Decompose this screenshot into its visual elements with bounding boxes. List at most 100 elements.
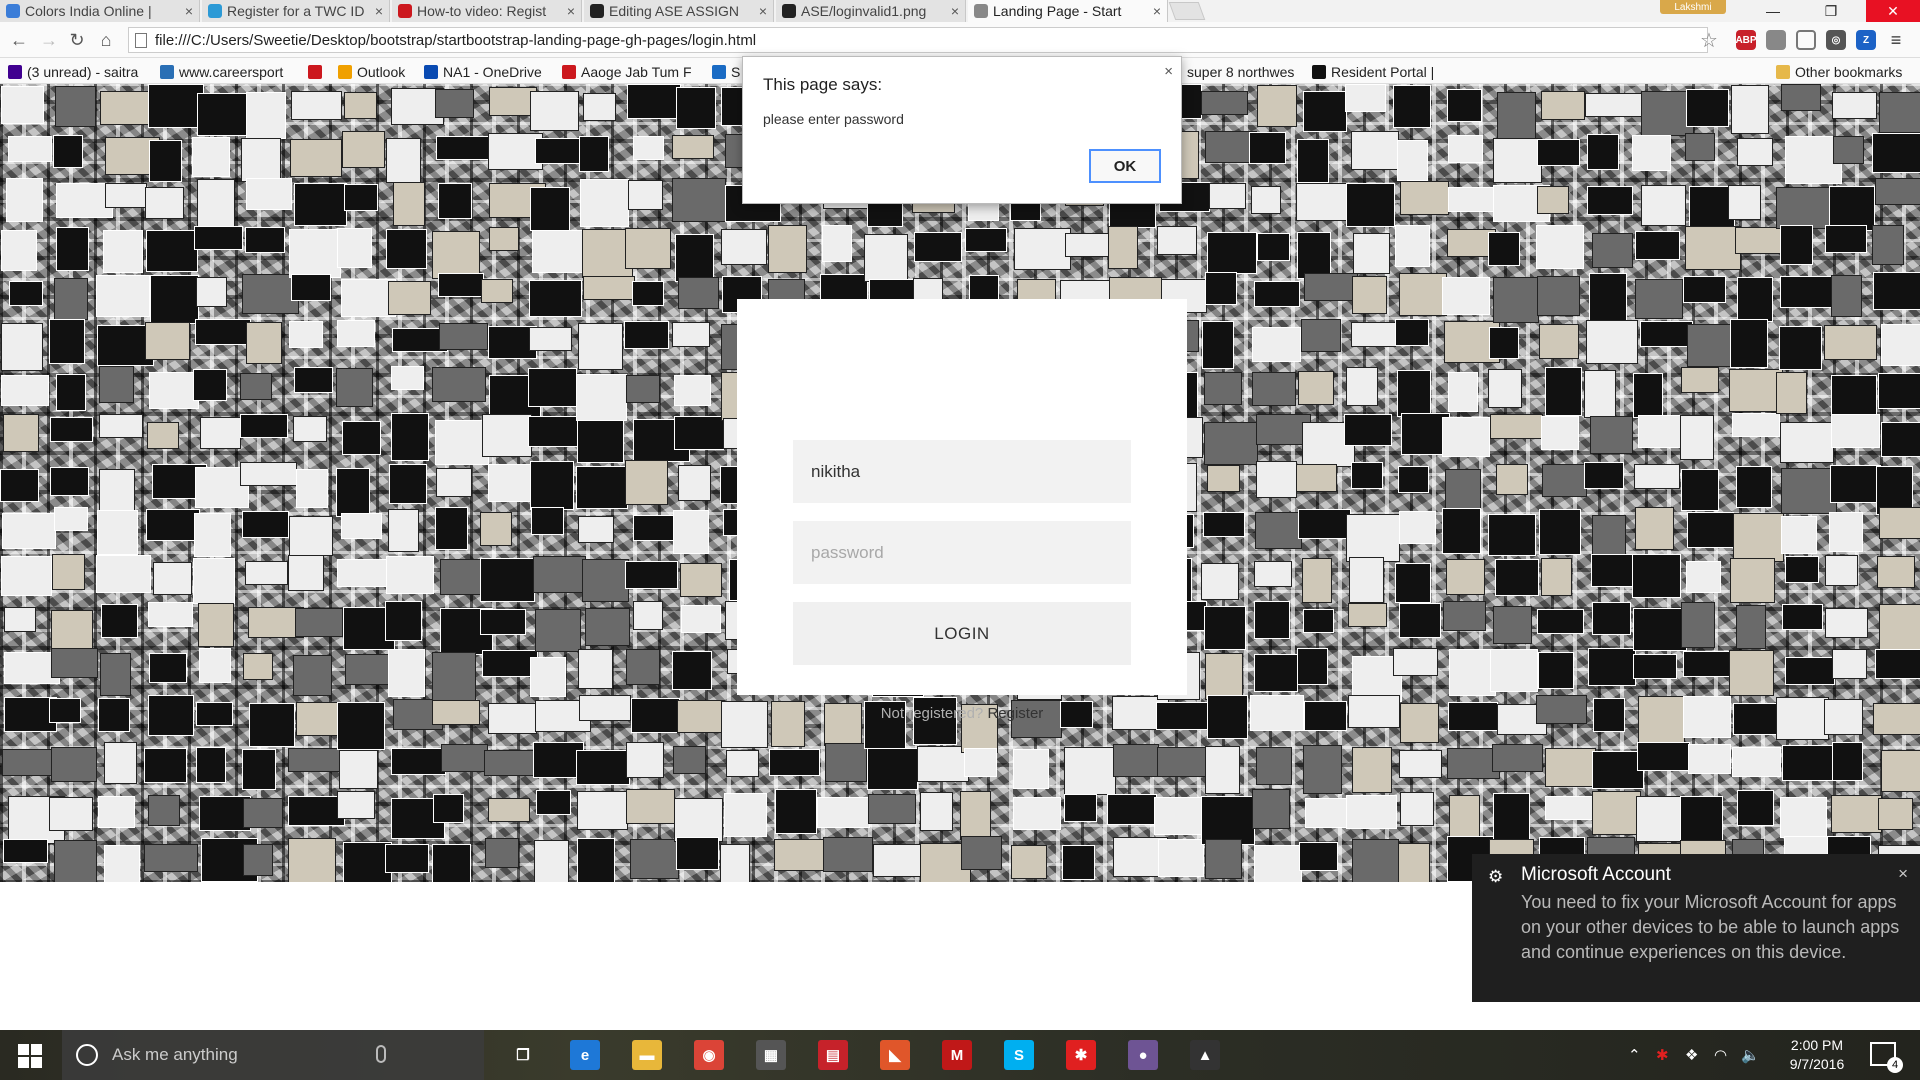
- collage-tile: [1303, 745, 1342, 794]
- tab-close-icon[interactable]: ×: [567, 3, 575, 19]
- bookmark-item[interactable]: Resident Portal |: [1312, 63, 1444, 81]
- collage-tile: [529, 280, 582, 317]
- collage-tile: [342, 421, 381, 455]
- tab-close-icon[interactable]: ×: [759, 3, 767, 19]
- collage-tile: [530, 91, 579, 131]
- bookmark-item[interactable]: NA1 - OneDrive: [424, 63, 556, 81]
- notification-toast[interactable]: ⚙ Microsoft Account × You need to fix yo…: [1472, 854, 1920, 1002]
- bookmark-item[interactable]: Outlook: [338, 63, 418, 81]
- tray-chevron-icon[interactable]: ⌃: [1628, 1046, 1641, 1064]
- tab-2[interactable]: Register for a TWC ID ×: [202, 0, 390, 22]
- collage-tile: [1201, 796, 1255, 845]
- collage-tile: [432, 231, 480, 279]
- menu-icon[interactable]: ≡: [1886, 30, 1906, 50]
- tab-1[interactable]: Colors India Online | ×: [0, 0, 200, 22]
- new-tab-button[interactable]: [1168, 2, 1206, 20]
- collage-tile: [1449, 795, 1480, 841]
- chrome-icon[interactable]: ◉: [694, 1040, 724, 1070]
- collage-tile: [1298, 371, 1334, 405]
- tab-6[interactable]: Landing Page - Start ×: [968, 0, 1168, 22]
- taskbar-clock[interactable]: 2:00 PM 9/7/2016: [1772, 1036, 1862, 1074]
- edge-icon[interactable]: e: [570, 1040, 600, 1070]
- restore-button[interactable]: ❐: [1808, 0, 1854, 22]
- collage-tile: [1832, 92, 1877, 119]
- bookmark-item[interactable]: [308, 63, 330, 81]
- app-asterisk-icon[interactable]: ✱: [1066, 1040, 1096, 1070]
- app-icon[interactable]: ◣: [880, 1040, 910, 1070]
- volume-icon[interactable]: 🔈: [1741, 1046, 1760, 1064]
- zotero-icon[interactable]: Z: [1856, 30, 1876, 50]
- tab-close-icon[interactable]: ×: [375, 3, 383, 19]
- colors-india-icon: [6, 4, 20, 18]
- collage-tile: [1207, 695, 1248, 739]
- reader-icon[interactable]: ▤: [818, 1040, 848, 1070]
- tab-close-icon[interactable]: ×: [951, 3, 959, 19]
- alert-close-icon[interactable]: ×: [1164, 63, 1173, 80]
- collage-tile: [149, 653, 187, 683]
- cortana-search-box[interactable]: Ask me anything: [62, 1030, 484, 1080]
- collage-tile: [582, 559, 629, 602]
- collage-tile: [242, 749, 276, 790]
- login-button[interactable]: LOGIN: [793, 602, 1131, 665]
- bookmark-item[interactable]: super 8 northwes: [1168, 63, 1304, 81]
- collage-tile: [1158, 839, 1204, 877]
- github-desktop-icon[interactable]: ●: [1128, 1040, 1158, 1070]
- adblock-icon[interactable]: ABP: [1735, 30, 1757, 50]
- minimize-button[interactable]: —: [1750, 0, 1796, 22]
- back-button[interactable]: ←: [8, 29, 30, 51]
- tab-close-icon[interactable]: ×: [1153, 3, 1161, 19]
- skype-icon[interactable]: S: [1004, 1040, 1034, 1070]
- network-icon[interactable]: ◠: [1714, 1046, 1727, 1064]
- username-input[interactable]: nikitha: [793, 440, 1131, 503]
- collage-tile: [1536, 695, 1587, 724]
- mcafee-icon[interactable]: M: [942, 1040, 972, 1070]
- tab-4[interactable]: Editing ASE ASSIGN ×: [584, 0, 774, 22]
- collage-tile: [1297, 139, 1329, 183]
- photos-icon[interactable]: ▲: [1190, 1040, 1220, 1070]
- collage-tile: [96, 555, 151, 593]
- address-bar[interactable]: file:///C:/Users/Sweetie/Desktop/bootstr…: [128, 27, 1708, 53]
- window-close-button[interactable]: ✕: [1866, 0, 1920, 22]
- cast-icon[interactable]: [1796, 30, 1816, 50]
- collage-tile: [337, 228, 372, 268]
- profile-button[interactable]: Lakshmi: [1660, 0, 1726, 14]
- password-input[interactable]: password: [793, 521, 1131, 584]
- collage-tile: [1873, 272, 1920, 310]
- tray-app-icon[interactable]: ✱: [1656, 1046, 1669, 1064]
- file-explorer-icon[interactable]: ▬: [632, 1040, 662, 1070]
- microphone-icon[interactable]: [376, 1045, 386, 1063]
- collage-tile: [1537, 276, 1580, 316]
- reload-button[interactable]: ↻: [66, 29, 88, 51]
- bookmark-item[interactable]: www.careersport: [160, 63, 300, 81]
- windows-start-icon[interactable]: [18, 1044, 42, 1068]
- home-button[interactable]: ⌂: [95, 29, 117, 51]
- tab-title: How-to video: Regist: [417, 3, 547, 19]
- register-link[interactable]: Register: [987, 705, 1043, 722]
- tab-close-icon[interactable]: ×: [185, 3, 193, 19]
- action-center-icon[interactable]: 4: [1870, 1042, 1903, 1073]
- extension-icon[interactable]: [1766, 30, 1786, 50]
- alert-ok-button[interactable]: OK: [1089, 149, 1161, 183]
- bookmark-item[interactable]: Aaoge Jab Tum F: [562, 63, 704, 81]
- store-icon[interactable]: ▦: [756, 1040, 786, 1070]
- collage-tile: [625, 561, 678, 589]
- tab-3[interactable]: How-to video: Regist ×: [392, 0, 582, 22]
- toast-close-icon[interactable]: ×: [1898, 864, 1908, 884]
- collage-tile: [388, 281, 431, 315]
- collage-tile: [1686, 561, 1721, 593]
- tab-5[interactable]: ASE/loginvalid1.png ×: [776, 0, 966, 22]
- collage-tile: [674, 416, 724, 450]
- extension-search-icon[interactable]: ◎: [1826, 30, 1846, 50]
- collage-tile: [55, 86, 96, 127]
- bookmark-star-icon[interactable]: ☆: [1700, 28, 1718, 53]
- bookmark-item[interactable]: Other bookmarks: [1776, 63, 1916, 81]
- bookmark-item[interactable]: (3 unread) - saitra: [8, 63, 156, 81]
- collage-tile: [54, 507, 88, 531]
- collage-tile: [1878, 798, 1913, 830]
- forward-button[interactable]: →: [38, 29, 60, 51]
- bookmark-item[interactable]: S: [712, 63, 742, 81]
- dropbox-icon[interactable]: ❖: [1685, 1046, 1698, 1064]
- collage-tile: [825, 743, 867, 782]
- bookmark-label: Resident Portal |: [1331, 64, 1435, 80]
- task-view-icon[interactable]: ❐: [508, 1040, 538, 1070]
